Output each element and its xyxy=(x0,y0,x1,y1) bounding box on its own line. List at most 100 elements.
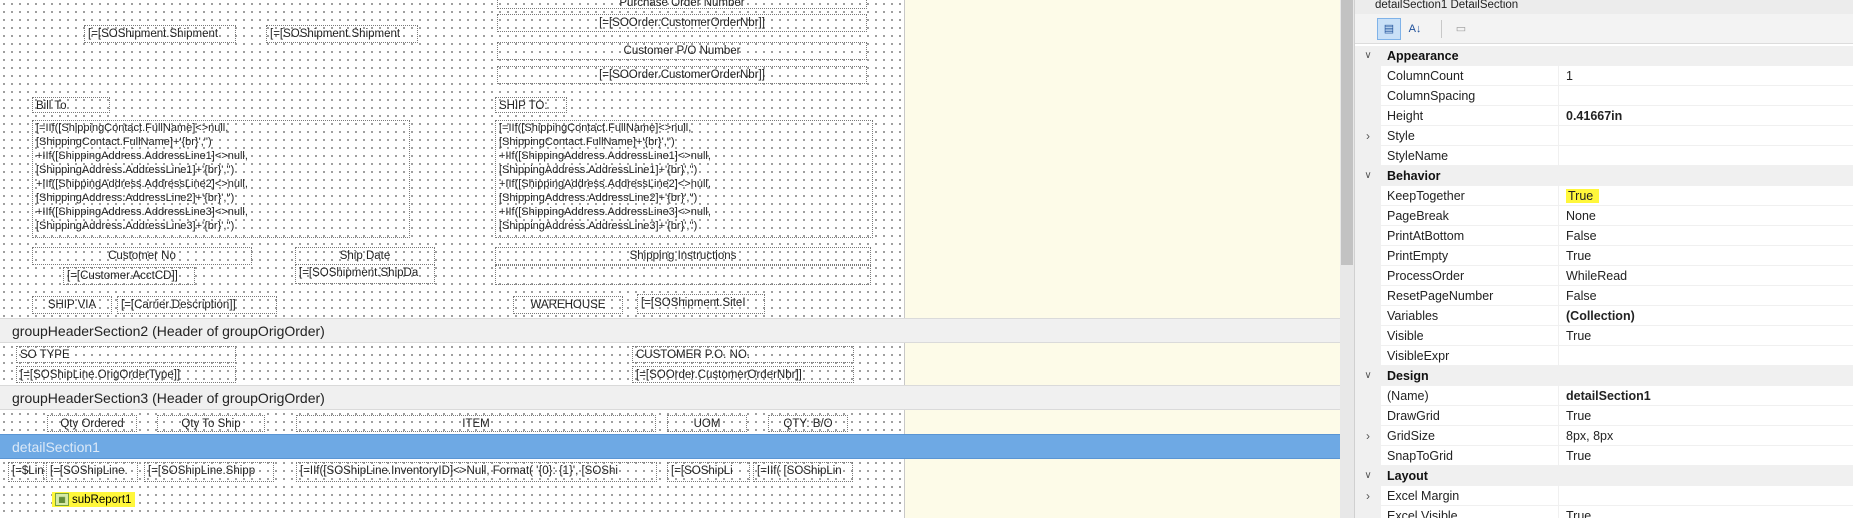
bill-to-label[interactable]: Bill To xyxy=(32,97,110,113)
group-header-section-3-bar[interactable]: groupHeaderSection3 (Header of groupOrig… xyxy=(0,385,1340,410)
qty-bo-label[interactable]: QTY: B/O xyxy=(768,415,848,432)
categorized-icon[interactable]: ▤ xyxy=(1377,18,1401,40)
property-value[interactable]: True xyxy=(1559,406,1853,426)
vertical-scrollbar[interactable] xyxy=(1340,0,1354,518)
subreport-control[interactable]: ▦ subReport1 xyxy=(52,492,136,507)
shipline-uom-field[interactable]: [=[SOShipLi xyxy=(667,462,750,482)
shipline-field-1[interactable]: [=[SOShipLine. xyxy=(46,462,138,482)
shipment-field-2[interactable]: [=[SOShipment.Shipment xyxy=(266,25,418,43)
property-category-row[interactable]: ∨ Behavior xyxy=(1355,166,1853,186)
shipline-shipped-qty-field[interactable]: [=[SOShipLine.Shipp xyxy=(144,462,274,482)
property-row[interactable]: ResetPageNumber False xyxy=(1355,286,1853,306)
property-row[interactable]: Excel Visible True xyxy=(1355,506,1853,518)
ship-to-address-expression[interactable]: [=IIf([ShippingContact.FullName]<>null, … xyxy=(495,120,873,238)
property-grid[interactable]: detailSection1 DetailSection ▤ A↓ ▭ ∨ App… xyxy=(1354,0,1853,518)
property-row[interactable]: ProcessOrder WhileRead xyxy=(1355,266,1853,286)
property-row[interactable]: VisibleExpr xyxy=(1355,346,1853,366)
property-row[interactable]: DrawGrid True xyxy=(1355,406,1853,426)
property-value[interactable] xyxy=(1559,86,1853,106)
uom-label[interactable]: UOM xyxy=(667,415,747,432)
property-value[interactable]: True xyxy=(1559,186,1853,206)
bill-to-address-expression[interactable]: [=IIf([ShippingContact.FullName]<>null, … xyxy=(32,120,410,238)
customer-po-no-label[interactable]: CUSTOMER P.O. NO. xyxy=(632,346,854,363)
property-row[interactable]: StyleName xyxy=(1355,146,1853,166)
property-value[interactable]: True xyxy=(1559,506,1853,518)
property-row[interactable]: PageBreak None xyxy=(1355,206,1853,226)
property-value[interactable]: True xyxy=(1559,446,1853,466)
shipment-shipdate-field[interactable]: [=[SOShipment.ShipDa xyxy=(295,264,435,284)
property-row[interactable]: ColumnCount 1 xyxy=(1355,66,1853,86)
property-category-row[interactable]: ∨ Appearance xyxy=(1355,46,1853,66)
collapse-chevron-icon[interactable]: ∨ xyxy=(1355,166,1381,186)
group-header-section-2-bar[interactable]: groupHeaderSection2 (Header of groupOrig… xyxy=(0,318,1340,343)
collapse-chevron-icon[interactable]: ∨ xyxy=(1355,46,1381,66)
property-value[interactable]: (Collection) xyxy=(1559,306,1853,326)
customer-order-nbr-field-2[interactable]: [=[SOOrder.CustomerOrderNbr]] xyxy=(497,66,867,84)
property-grid-object-selector[interactable]: detailSection1 DetailSection xyxy=(1355,0,1853,14)
property-value[interactable]: detailSection1 xyxy=(1559,386,1853,406)
orig-order-type-field[interactable]: [=[SOShipLine.OrigOrderType]] xyxy=(16,366,236,383)
qty-bo-expression[interactable]: [=IIf( [SOShipLin xyxy=(753,462,853,482)
property-row[interactable]: (Name) detailSection1 xyxy=(1355,386,1853,406)
collapse-chevron-icon[interactable]: ∨ xyxy=(1355,366,1381,386)
inventory-item-expression[interactable]: [=IIf([SOShipLine.InventoryID]<>Null, Fo… xyxy=(296,462,657,482)
expand-chevron-icon[interactable]: › xyxy=(1355,126,1381,146)
detail-section-1-bar[interactable]: detailSection1 xyxy=(0,434,1340,459)
property-value[interactable]: True xyxy=(1559,246,1853,266)
collapse-chevron-icon[interactable]: ∨ xyxy=(1355,466,1381,486)
property-value[interactable] xyxy=(1559,126,1853,146)
az-sort-icon[interactable]: A↓ xyxy=(1403,18,1427,40)
qty-ordered-label[interactable]: Qty Ordered xyxy=(47,415,137,432)
property-row[interactable]: PrintEmpty True xyxy=(1355,246,1853,266)
property-pages-icon[interactable]: ▭ xyxy=(1449,18,1473,40)
property-row[interactable]: › Style xyxy=(1355,126,1853,146)
so-type-label[interactable]: SO TYPE xyxy=(16,346,236,363)
row-gutter xyxy=(1355,346,1381,366)
ship-to-label[interactable]: SHIP TO: xyxy=(495,97,567,113)
qty-to-ship-label[interactable]: Qty To Ship xyxy=(157,415,265,432)
property-value[interactable]: False xyxy=(1559,286,1853,306)
property-row[interactable]: Height 0.41667in xyxy=(1355,106,1853,126)
property-category-row[interactable]: ∨ Design xyxy=(1355,366,1853,386)
report-designer-surface[interactable]: Purchase Order Number [=[SOOrder.Custome… xyxy=(0,0,1340,518)
customer-acctcd-field[interactable]: [=[Customer.AcctCD]] xyxy=(63,267,195,285)
shipping-instructions-label[interactable]: Shipping Instructions xyxy=(495,247,871,265)
property-value[interactable] xyxy=(1559,346,1853,366)
customer-order-nbr-field-3[interactable]: [=[SOOrder.CustomerOrderNbr]] xyxy=(632,366,854,383)
customer-no-label[interactable]: Customer No xyxy=(32,247,252,265)
property-value[interactable] xyxy=(1559,486,1853,506)
property-row[interactable]: › Excel Margin xyxy=(1355,486,1853,506)
property-value[interactable]: 8px, 8px xyxy=(1559,426,1853,446)
property-value[interactable]: True xyxy=(1559,326,1853,346)
property-row[interactable]: SnapToGrid True xyxy=(1355,446,1853,466)
property-value[interactable] xyxy=(1559,146,1853,166)
carrier-description-field[interactable]: [=[Carrier.Description]] xyxy=(117,296,277,314)
property-value[interactable]: None xyxy=(1559,206,1853,226)
ship-date-label[interactable]: Ship Date xyxy=(295,247,435,265)
property-row[interactable]: KeepTogether True xyxy=(1355,186,1853,206)
property-row[interactable]: Variables (Collection) xyxy=(1355,306,1853,326)
shipment-site-field[interactable]: [=[SOShipment.SiteI xyxy=(637,294,765,314)
property-row[interactable]: Visible True xyxy=(1355,326,1853,346)
customer-order-nbr-field-1[interactable]: [=[SOOrder.CustomerOrderNbr]] xyxy=(497,14,867,32)
expand-chevron-icon[interactable]: › xyxy=(1355,426,1381,446)
property-value[interactable]: WhileRead xyxy=(1559,266,1853,286)
property-row[interactable]: ColumnSpacing xyxy=(1355,86,1853,106)
property-row[interactable]: › GridSize 8px, 8px xyxy=(1355,426,1853,446)
item-label[interactable]: ITEM xyxy=(296,415,656,432)
property-category-row[interactable]: ∨ Layout xyxy=(1355,466,1853,486)
scrollbar-thumb[interactable] xyxy=(1341,0,1353,265)
purchase-order-number-label[interactable]: Purchase Order Number xyxy=(497,0,867,9)
property-value[interactable]: 1 xyxy=(1559,66,1853,86)
customer-po-number-label[interactable]: Customer P/O Number xyxy=(497,42,867,60)
shipping-instructions-field[interactable] xyxy=(495,265,871,285)
ship-via-label[interactable]: SHIP VIA xyxy=(32,296,112,314)
property-value[interactable]: 0.41667in xyxy=(1559,106,1853,126)
property-value[interactable]: False xyxy=(1559,226,1853,246)
warehouse-label[interactable]: WAREHOUSE xyxy=(513,296,623,314)
property-row[interactable]: PrintAtBottom False xyxy=(1355,226,1853,246)
shipment-field-1[interactable]: [=[SOShipment.Shipment xyxy=(84,25,236,43)
property-name: Height xyxy=(1381,106,1559,126)
expand-chevron-icon[interactable]: › xyxy=(1355,486,1381,506)
line-nbr-field[interactable]: [=$Lin xyxy=(8,462,44,482)
